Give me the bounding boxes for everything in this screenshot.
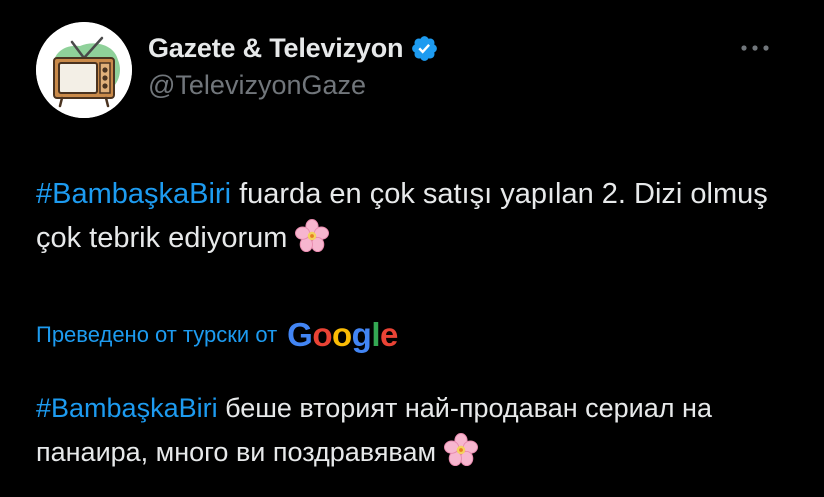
- translated-by-label: Преведено от турски от: [36, 322, 278, 347]
- cherry-blossom-icon: [295, 219, 330, 253]
- author-name-row: Gazete & Televizyon: [148, 30, 439, 66]
- cherry-blossom-icon: [444, 433, 479, 467]
- google-logo: Google: [287, 316, 398, 353]
- avatar[interactable]: [36, 22, 132, 118]
- tweet-hashtag-link[interactable]: #BambaşkaBiri: [36, 178, 231, 210]
- tweet-card: Gazete & Televizyon @TelevizyonGaze #Bam…: [0, 0, 824, 497]
- verified-badge-icon[interactable]: [410, 34, 439, 63]
- translated-text: #BambaşkaBiri беше вторият най-продаван …: [36, 386, 796, 474]
- author-handle[interactable]: @TelevizyonGaze: [148, 70, 439, 101]
- retro-tv-icon: [36, 22, 132, 118]
- translated-hashtag-link[interactable]: #BambaşkaBiri: [36, 393, 218, 423]
- more-options-icon[interactable]: [738, 36, 772, 60]
- translated-by-google-link[interactable]: Преведено от турски от Google: [36, 315, 398, 355]
- author-display-name[interactable]: Gazete & Televizyon: [148, 33, 403, 64]
- author-block: Gazete & Televizyon @TelevizyonGaze: [148, 30, 439, 101]
- tweet-text: #BambaşkaBiri fuarda en çok satışı yapıl…: [36, 172, 796, 260]
